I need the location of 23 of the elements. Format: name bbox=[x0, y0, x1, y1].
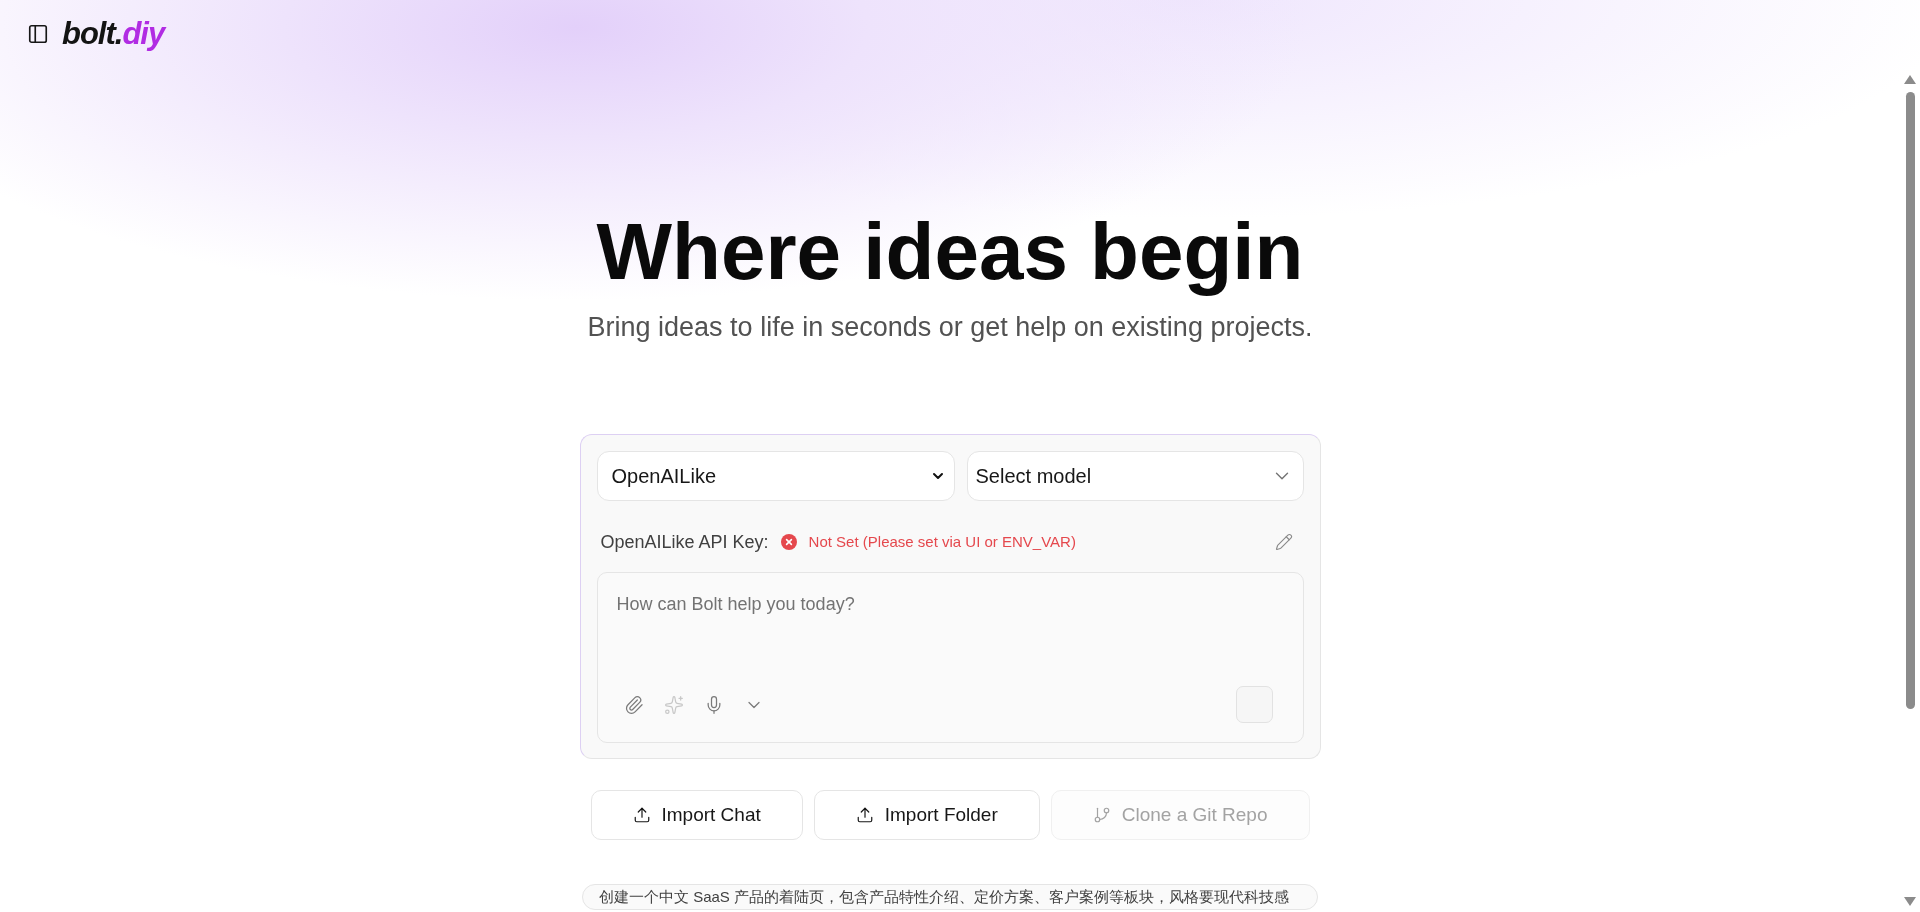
api-key-status: Not Set (Please set via UI or ENV_VAR) bbox=[808, 532, 1076, 552]
scrollbar-thumb[interactable] bbox=[1905, 92, 1915, 709]
logo[interactable]: bolt.diy bbox=[62, 16, 165, 52]
hero-subtitle: Bring ideas to life in seconds or get help on existing projects. bbox=[587, 311, 1313, 344]
import-button[interactable]: Import Chat bbox=[590, 790, 803, 840]
import-button[interactable]: Import Folder bbox=[813, 790, 1040, 840]
paperclip-icon bbox=[623, 694, 644, 715]
model-select[interactable]: Select model bbox=[966, 451, 1304, 501]
sidebar-icon bbox=[27, 23, 49, 45]
upload-icon bbox=[632, 806, 651, 824]
branch-icon bbox=[1092, 806, 1111, 824]
hero-title: Where ideas begin bbox=[596, 208, 1304, 296]
prompt-box[interactable]: How can Bolt help you today? bbox=[596, 572, 1304, 743]
example-prompt[interactable]: 创建一个中文 SaaS 产品的着陆页，包含产品特性介绍、定价方案、客户案例等板块，风格要现代科技感 bbox=[582, 884, 1318, 910]
sidebar-toggle-button[interactable] bbox=[26, 22, 50, 46]
scroll-up-icon[interactable] bbox=[1904, 75, 1916, 84]
prompt-input[interactable]: How can Bolt help you today? bbox=[597, 573, 1303, 686]
provider-select[interactable]: OpenAILike bbox=[596, 451, 955, 501]
scroll-down-icon[interactable] bbox=[1904, 897, 1916, 906]
pencil-icon bbox=[1274, 533, 1293, 551]
sparkle-icon bbox=[663, 694, 684, 715]
api-key-label: OpenAILike API Key: bbox=[600, 531, 769, 554]
upload-icon bbox=[855, 806, 874, 824]
